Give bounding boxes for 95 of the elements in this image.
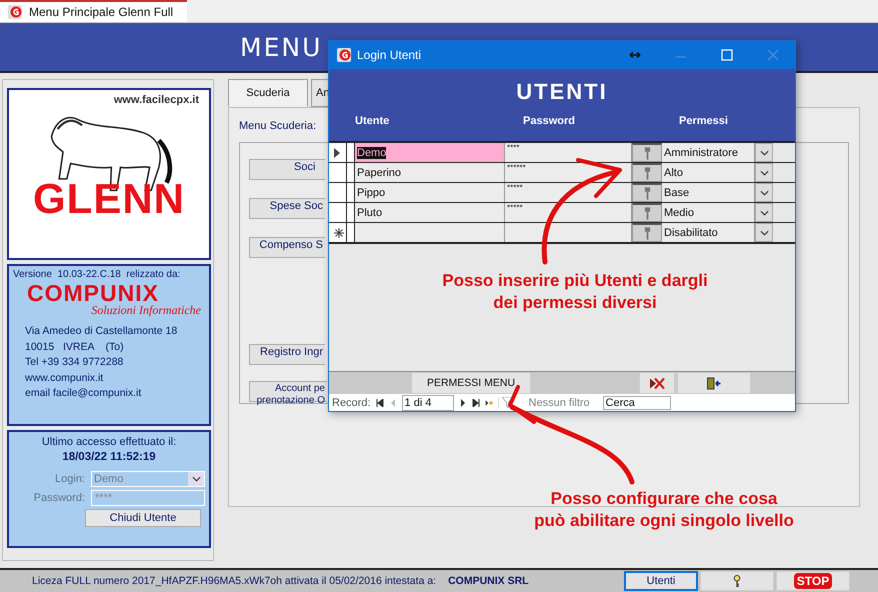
delete-button[interactable]	[639, 372, 675, 394]
user-cell[interactable]: Paperino	[355, 163, 505, 182]
exit-door-icon	[706, 376, 722, 390]
key-icon	[644, 226, 650, 240]
dropdown-button[interactable]	[755, 143, 773, 162]
annotation-text: Posso inserire più Utenti e dargli dei permessi diversi	[441, 270, 709, 314]
user-cell[interactable]: Pippo	[355, 183, 505, 202]
current-row-icon	[334, 148, 340, 158]
exit-button[interactable]	[677, 372, 751, 394]
next-record-icon[interactable]	[458, 398, 467, 406]
address-line: Via Amedeo di Castellamonte 18	[25, 324, 178, 339]
column-header: Password	[523, 115, 576, 127]
menu-button[interactable]: Compenso S	[249, 237, 325, 258]
user-cell[interactable]	[355, 223, 505, 242]
menu-button[interactable]: Spese Soc	[249, 198, 325, 219]
permission-dropdown[interactable]: Base	[662, 183, 755, 202]
permission-dropdown[interactable]: Alto	[662, 163, 755, 182]
password-cell[interactable]	[505, 223, 632, 242]
address-line: Tel +39 334 9772288	[25, 355, 124, 370]
row-selector[interactable]	[329, 143, 355, 162]
dropdown-button[interactable]	[755, 163, 773, 182]
row-selector[interactable]	[329, 223, 355, 242]
filter-icon	[502, 397, 513, 408]
chevron-down-icon	[760, 210, 768, 216]
column-header: Utente	[355, 115, 390, 127]
last-access-datetime: 18/03/22 11:52:19	[62, 451, 156, 463]
users-button[interactable]: Utenti	[624, 571, 698, 591]
key-icon	[644, 146, 650, 160]
delete-icon	[649, 376, 665, 390]
chevron-down-icon	[760, 230, 768, 236]
address-line: 10015 IVREA (To)	[25, 340, 125, 354]
address-line: email facile@compunix.it	[25, 386, 142, 401]
record-position-field[interactable]: 1 di 4	[402, 394, 454, 410]
license-text: Liceza FULL numero 2017_HfAPZF.H96MA5.xWk7oh attivata il 05/02/2016 intestata a:	[32, 575, 436, 587]
annotation-text: Posso configurare che cosa può abilitare ogni singolo livello	[533, 488, 795, 532]
column-header: Permessi	[679, 115, 728, 127]
user-cell[interactable]: Pluto	[355, 203, 505, 222]
user-cell[interactable]: Demo	[355, 143, 505, 162]
new-record-icon[interactable]	[484, 398, 493, 406]
row-selector[interactable]	[329, 203, 355, 222]
license-owner: COMPUNIX SRL	[448, 575, 529, 587]
company-tagline: Soluzioni Informatiche	[91, 303, 201, 318]
tab[interactable]: Scuderia	[228, 79, 308, 107]
menu-title: Menu Scuderia:	[239, 120, 316, 132]
menu-button[interactable]: Registro Ingr	[249, 344, 325, 365]
last-record-icon[interactable]	[472, 398, 480, 406]
row-selector[interactable]	[329, 183, 355, 202]
chevron-down-icon	[192, 476, 200, 482]
chevron-down-icon	[760, 170, 768, 176]
key-button[interactable]	[632, 163, 662, 182]
key-button[interactable]	[632, 143, 662, 162]
logo-url: www.facilecpx.it	[114, 94, 199, 106]
version-text: Versione 10.03-22.C.18 relizzato da:	[13, 268, 182, 281]
permission-dropdown[interactable]: Medio	[662, 203, 755, 222]
dropdown-button[interactable]	[755, 223, 773, 242]
password-cell[interactable]: *****	[505, 203, 632, 222]
company-logo-text: COMPUNIX	[27, 281, 159, 305]
chevron-down-icon	[760, 190, 768, 196]
search-field[interactable]: Cerca	[602, 396, 671, 410]
password-cell[interactable]: ****	[505, 143, 632, 162]
stop-button[interactable]: STOP	[776, 571, 850, 591]
window-tab[interactable]: Menu Principale Glenn Full	[0, 0, 188, 22]
chevron-down-icon	[760, 150, 768, 156]
key-button[interactable]	[632, 203, 662, 222]
first-record-icon[interactable]	[376, 398, 384, 406]
key-icon	[733, 574, 741, 588]
permission-dropdown[interactable]: Amministratore	[662, 143, 755, 162]
key-icon	[644, 166, 650, 180]
maximize-icon[interactable]	[721, 49, 733, 61]
dialog-title: Login Utenti	[357, 48, 422, 62]
record-label: Record:	[332, 396, 371, 408]
dialog-heading: UTENTI	[516, 79, 608, 105]
key-button[interactable]	[632, 183, 662, 202]
dropdown-button[interactable]	[755, 183, 773, 202]
row-selector[interactable]	[329, 163, 355, 182]
password-cell[interactable]: *****	[505, 183, 632, 202]
last-access-label: Ultimo accesso effettuato il:	[42, 436, 176, 448]
app-logo-icon	[337, 48, 351, 62]
header-title: MENU	[240, 32, 322, 62]
app-logo-icon	[8, 5, 22, 19]
stop-sign: STOP	[794, 573, 832, 589]
key-icon	[644, 206, 650, 220]
login-label: Login:	[55, 473, 85, 485]
menu-button[interactable]: Soci	[249, 159, 325, 180]
permission-dropdown[interactable]: Disabilitato	[662, 223, 755, 242]
filter-button[interactable]: Nessun filtro	[498, 396, 598, 408]
resize-icon[interactable]	[629, 49, 641, 61]
menu-permissions-button[interactable]: PERMESSI MENU	[411, 372, 531, 394]
key-button[interactable]	[632, 223, 662, 242]
dropdown-button[interactable]	[755, 203, 773, 222]
key-icon	[644, 186, 650, 200]
logo-name: GLENN	[33, 178, 185, 220]
address-line: www.compunix.it	[25, 370, 104, 386]
new-row-icon	[334, 228, 344, 238]
password-label: Password:	[34, 492, 85, 504]
